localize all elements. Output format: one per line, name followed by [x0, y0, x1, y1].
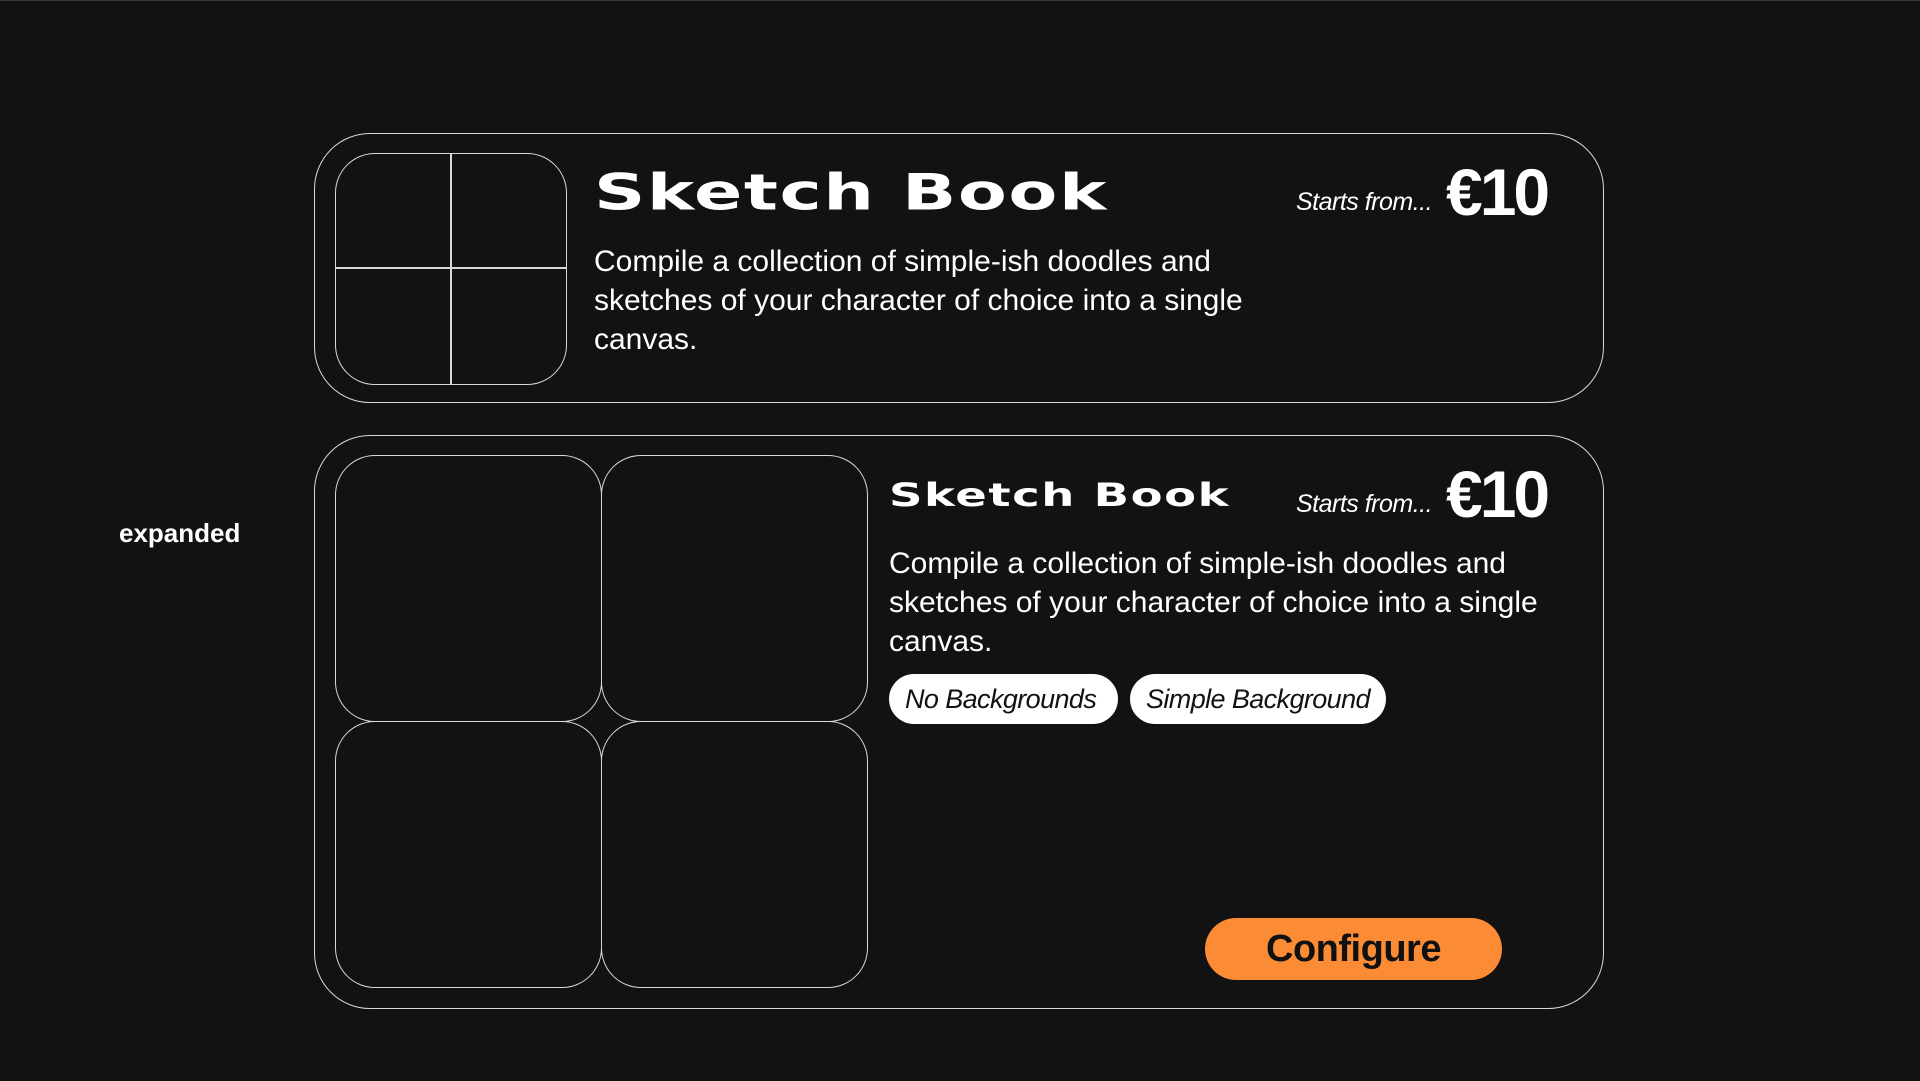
product-title: Sketch Book — [889, 477, 1231, 515]
option-simple-background[interactable]: Simple Background — [1130, 674, 1386, 724]
sketch-preview-slot — [601, 455, 868, 722]
product-card-collapsed[interactable]: Sketch Book Starts from... €10 Compile a… — [314, 133, 1604, 403]
sketch-preview-slot — [335, 721, 602, 988]
grid-divider-vertical — [450, 154, 452, 384]
grid-divider-horizontal — [336, 267, 566, 269]
product-price: €10 — [1446, 457, 1550, 531]
sketch-preview-slot — [335, 455, 602, 722]
starts-from-label: Starts from... — [1296, 490, 1433, 518]
configure-button[interactable]: Configure — [1205, 918, 1502, 980]
sketch-preview-slot — [601, 721, 868, 988]
product-price: €10 — [1446, 155, 1550, 229]
sketch-grid-thumbnail — [335, 153, 567, 385]
product-description: Compile a collection of simple-ish doodl… — [889, 547, 1538, 658]
top-divider — [0, 0, 1920, 1]
product-card-expanded: Sketch Book Starts from... €10 Compile a… — [314, 435, 1604, 1009]
starts-from-label: Starts from... — [1296, 188, 1433, 216]
option-no-backgrounds[interactable]: No Backgrounds — [889, 674, 1118, 724]
product-description: Compile a collection of simple-ish doodl… — [594, 245, 1243, 356]
state-label: expanded — [119, 518, 241, 548]
product-title: Sketch Book — [594, 163, 1108, 222]
background-options: No Backgrounds Simple Background — [889, 674, 1386, 724]
